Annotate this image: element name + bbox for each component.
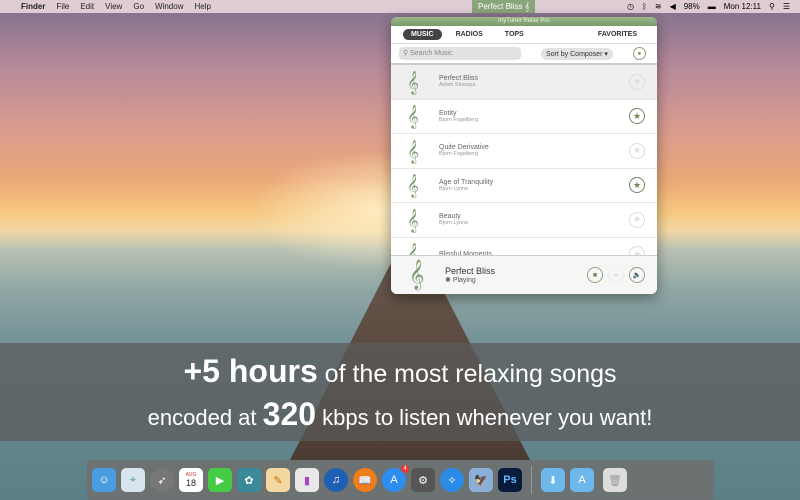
menu-file[interactable]: File <box>56 2 69 11</box>
song-row[interactable]: 𝄞 Beauty Bjorn Lynne ★ <box>391 203 657 238</box>
banner-highlight-bitrate: 320 <box>262 396 317 432</box>
maps-icon[interactable]: ⌖ <box>121 468 145 492</box>
trash-icon[interactable]: 🗑 <box>603 468 627 492</box>
status-area: ◷ ᛒ ≋ ◀ 98% ▬ Mon 12:11 ⚲ ☰ <box>627 0 790 13</box>
song-artist: Bjorn Lynne <box>439 220 469 227</box>
banner-highlight-hours: +5 hours <box>183 353 318 389</box>
song-row[interactable]: 𝄞 Quite Derivative Bjorn Fogelberg ★ <box>391 134 657 169</box>
calendar-day: 18 <box>185 478 196 488</box>
battery-percent[interactable]: 98% <box>684 2 700 11</box>
harp-icon: 𝄞 <box>524 1 530 11</box>
menu-go[interactable]: Go <box>133 2 144 11</box>
banner-text-1: of the most relaxing songs <box>317 360 617 388</box>
sort-label: Sort by Composer <box>546 50 603 58</box>
song-title: Perfect Bliss <box>439 75 478 83</box>
app-store-badge: 4 <box>401 465 409 473</box>
favorite-star-icon[interactable]: ★ <box>629 142 645 159</box>
loading-icon: ✺ <box>445 277 453 284</box>
song-title: Age of Tranquility <box>439 178 494 186</box>
song-title: Quite Derivative <box>439 144 489 152</box>
sort-dropdown[interactable]: Sort by Composer ▾ <box>541 47 613 60</box>
harp-icon: 𝄞 <box>407 207 419 232</box>
song-artist: Bjorn Fogelberg <box>439 116 479 123</box>
promo-banner: +5 hours of the most relaxing songs enco… <box>0 343 800 441</box>
tab-bar: MUSIC RADIOS TOPS FAVORITES <box>391 26 657 44</box>
app-title: myTuner Relax Pro <box>391 17 657 26</box>
favorite-star-icon[interactable]: ★ <box>629 108 645 125</box>
search-input[interactable]: ⚲ Search Music <box>399 47 521 60</box>
song-row[interactable]: 𝄞 Entity Bjorn Fogelberg ★ <box>391 100 657 134</box>
launchpad-icon[interactable]: ➶ <box>150 468 174 492</box>
battery-icon: ▬ <box>707 2 716 11</box>
spotlight-icon[interactable]: ⚲ <box>769 2 775 11</box>
harp-icon: 𝄞 <box>407 138 419 163</box>
calendar-icon[interactable]: AUG 18 <box>179 468 203 492</box>
song-title: Entity <box>439 109 457 117</box>
menu-view[interactable]: View <box>105 2 122 11</box>
harp-icon: 𝄞 <box>407 104 419 129</box>
harp-icon: 𝄞 <box>407 173 419 198</box>
notification-center-icon[interactable]: ☰ <box>783 2 790 11</box>
banner-text-2b: kbps to listen whenever you want! <box>316 405 653 430</box>
dock-separator <box>531 466 532 494</box>
wifi-icon[interactable]: ≋ <box>655 2 662 11</box>
finder-icon[interactable]: ☺ <box>92 468 116 492</box>
player-bar: 𝄞 Perfect Bliss ✺ Playing ■ ● 🔈 <box>391 255 657 294</box>
record-button[interactable]: ● <box>608 267 624 283</box>
song-row[interactable]: 𝄞 Perfect Bliss Adam Skorupa ★ <box>391 65 657 100</box>
downloads-folder-icon[interactable]: ⬇ <box>541 468 565 492</box>
photoshop-icon[interactable]: Ps <box>498 468 522 492</box>
app-store-icon[interactable]: A4 <box>382 465 409 492</box>
menu-help[interactable]: Help <box>194 2 210 11</box>
song-artist: Bjorn Fogelberg <box>439 151 479 158</box>
search-row: ⚲ Search Music Sort by Composer ▾ ● <box>391 44 657 65</box>
system-preferences-icon[interactable]: ⚙ <box>411 468 435 492</box>
now-playing-label: Perfect Bliss <box>478 2 523 11</box>
menu-finder[interactable]: Finder <box>21 2 45 11</box>
app-popover: myTuner Relax Pro MUSIC RADIOS TOPS FAVO… <box>391 17 657 294</box>
safari-icon[interactable]: ✧ <box>440 468 464 492</box>
ibooks-icon[interactable]: 📖 <box>353 468 377 492</box>
preview-icon[interactable]: 🦅 <box>469 468 493 492</box>
player-status: Playing <box>452 277 476 284</box>
now-playing-menu[interactable]: Perfect Bliss 𝄞 <box>472 0 536 13</box>
tab-music[interactable]: MUSIC <box>403 29 442 40</box>
player-title: Perfect Bliss <box>445 266 496 276</box>
song-artist: Bjorn Lynne <box>439 185 469 192</box>
bluetooth-icon[interactable]: ᛒ <box>642 2 647 11</box>
favorite-star-icon[interactable]: ★ <box>629 73 645 90</box>
search-placeholder: Search Music <box>410 50 453 57</box>
volume-icon[interactable]: ◀ <box>670 2 676 11</box>
song-artist: Adam Skorupa <box>439 82 476 89</box>
favorite-star-icon[interactable]: ★ <box>629 211 645 228</box>
song-list: 𝄞 Perfect Bliss Adam Skorupa ★ 𝄞 Entity Bjorn … <box>391 65 657 272</box>
numbers-icon[interactable]: ▮ <box>295 468 319 492</box>
tab-tops[interactable]: TOPS <box>497 29 532 40</box>
clock[interactable]: Mon 12:11 <box>724 2 761 11</box>
volume-button[interactable]: 🔈 <box>629 267 645 283</box>
iphoto-icon[interactable]: ✿ <box>237 468 261 492</box>
applications-folder-icon[interactable]: A <box>570 468 594 492</box>
favorite-star-icon[interactable]: ★ <box>629 177 645 194</box>
dock: ☺ ⌖ ➶ AUG 18 ▶ ✿ ✎ ▮ ♫ 📖 A4 ⚙ ✧ 🦅 Ps ⬇ A … <box>87 460 714 500</box>
stop-button[interactable]: ■ <box>587 267 603 283</box>
harp-icon: 𝄞 <box>409 259 425 290</box>
tab-favorites[interactable]: FAVORITES <box>590 29 645 40</box>
menu-edit[interactable]: Edit <box>80 2 94 11</box>
settings-icon[interactable]: ● <box>632 47 646 60</box>
menu-window[interactable]: Window <box>155 2 183 11</box>
song-title: Beauty <box>439 213 461 221</box>
tab-radios[interactable]: RADIOS <box>448 29 491 40</box>
harp-icon: 𝄞 <box>407 69 419 94</box>
time-machine-icon[interactable]: ◷ <box>627 2 634 11</box>
itunes-icon[interactable]: ♫ <box>324 468 348 492</box>
song-row[interactable]: 𝄞 Age of Tranquility Bjorn Lynne ★ <box>391 169 657 203</box>
banner-text-2a: encoded at <box>147 405 263 430</box>
pages-icon[interactable]: ✎ <box>266 468 290 492</box>
facetime-icon[interactable]: ▶ <box>208 468 232 492</box>
